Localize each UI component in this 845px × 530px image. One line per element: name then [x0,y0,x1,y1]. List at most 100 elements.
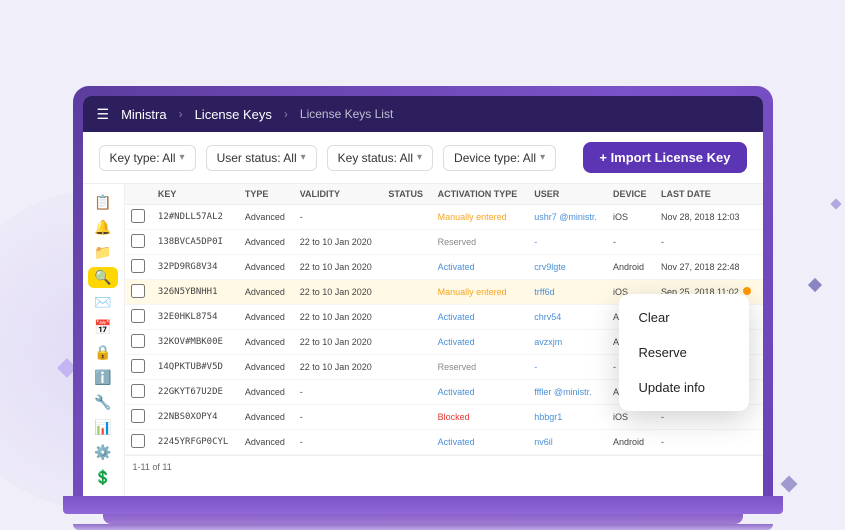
row-checkbox[interactable] [125,430,152,455]
nav-license-keys-link[interactable]: License Keys [195,107,272,122]
row-status [382,355,431,380]
sidebar-item-notifications[interactable]: 🔔 [88,217,118,238]
row-type: Advanced [239,380,294,405]
row-user[interactable]: hbbgr1 [528,405,607,430]
table-row[interactable]: 138BVCA5DP0I Advanced 22 to 10 Jan 2020 … [125,230,763,255]
context-menu-item-clear[interactable]: Clear [619,300,749,335]
table-area: KEY TYPE VALIDITY STATUS ACTIVATION TYPE… [125,184,763,496]
row-date: Nov 28, 2018 12:03 [655,205,763,230]
col-validity: VALIDITY [294,184,383,205]
sidebar-item-search[interactable]: 🔍 [88,267,118,288]
row-key: 138BVCA5DP0I [152,230,239,255]
row-status [382,280,431,305]
chevron-down-icon: ▾ [540,152,545,163]
import-license-key-button[interactable]: + Import License Key [583,142,746,173]
row-checkbox[interactable] [125,205,152,230]
sidebar-item-security[interactable]: 🔒 [88,342,118,363]
row-user[interactable]: fffler @ministr. [528,380,607,405]
col-date: LAST DATE [655,184,763,205]
row-device: iOS [607,205,655,230]
sidebar-item-analytics[interactable]: 📊 [88,417,118,438]
row-key: 12#NDLL57AL2 [152,205,239,230]
user-status-filter[interactable]: User status: All ▾ [206,145,317,171]
context-menu-item-update-info[interactable]: Update info [619,370,749,405]
row-date: Nov 27, 2018 22:48 [655,255,763,280]
row-type: Advanced [239,205,294,230]
col-status: STATUS [382,184,431,205]
row-user[interactable]: - [528,355,607,380]
row-user[interactable]: nv6il [528,430,607,455]
row-validity: - [294,205,383,230]
nav-separator: › [179,107,183,121]
row-validity: 22 to 10 Jan 2020 [294,305,383,330]
row-date: - [655,230,763,255]
context-menu-item-reserve[interactable]: Reserve [619,335,749,370]
key-status-filter[interactable]: Key status: All ▾ [327,145,433,171]
row-checkbox[interactable] [125,230,152,255]
chevron-down-icon: ▾ [180,152,185,163]
row-key: 32KOV#MBK00E [152,330,239,355]
nav-brand: Ministra [121,107,167,122]
row-status [382,430,431,455]
row-type: Advanced [239,255,294,280]
hamburger-icon[interactable]: ☰ [97,106,110,123]
col-type: TYPE [239,184,294,205]
row-status [382,380,431,405]
breadcrumb: License Keys List [300,107,393,121]
row-activation: Activated [432,330,529,355]
sidebar-item-calendar[interactable]: 📅 [88,317,118,338]
key-type-filter[interactable]: Key type: All ▾ [99,145,196,171]
row-user[interactable]: trff6d [528,280,607,305]
row-checkbox[interactable] [125,330,152,355]
chevron-down-icon: ▾ [417,152,422,163]
row-checkbox[interactable] [125,405,152,430]
row-key: 32PD9RG8V34 [152,255,239,280]
row-device: Android [607,430,655,455]
sidebar-item-tools[interactable]: 🔧 [88,392,118,413]
row-user[interactable]: chrv54 [528,305,607,330]
row-checkbox[interactable] [125,380,152,405]
row-key: 22NBS0XOPY4 [152,405,239,430]
row-checkbox[interactable] [125,280,152,305]
col-device: DEVICE [607,184,655,205]
laptop-outer: ☰ Ministra › License Keys › License Keys… [43,86,803,530]
row-user[interactable]: avzxjm [528,330,607,355]
row-activation: Reserved [432,355,529,380]
sidebar-item-files[interactable]: 📁 [88,242,118,263]
col-activation: ACTIVATION TYPE [432,184,529,205]
device-type-filter[interactable]: Device type: All ▾ [443,145,556,171]
col-key: KEY [152,184,239,205]
col-checkbox [125,184,152,205]
row-key: 326N5YBNHH1 [152,280,239,305]
laptop-screen-wrapper: ☰ Ministra › License Keys › License Keys… [73,86,773,496]
laptop-label: MacBook [43,460,803,472]
table-row[interactable]: 2245YRFGP0CYL Advanced - Activated nv6il… [125,430,763,455]
chevron-down-icon: ▾ [301,152,306,163]
row-user[interactable]: ushr7 @ministr. [528,205,607,230]
row-validity: 22 to 10 Jan 2020 [294,330,383,355]
row-checkbox[interactable] [125,255,152,280]
row-status [382,405,431,430]
nav-bar: ☰ Ministra › License Keys › License Keys… [83,96,763,132]
filter-bar: Key type: All ▾ User status: All ▾ Key s… [83,132,763,184]
sidebar-item-info[interactable]: ℹ️ [88,367,118,388]
bg-decoration-diamond-4 [808,278,822,292]
row-checkbox[interactable] [125,355,152,380]
laptop-screen: ☰ Ministra › License Keys › License Keys… [83,96,763,496]
row-type: Advanced [239,355,294,380]
row-key: 2245YRFGP0CYL [152,430,239,455]
laptop-stand [103,514,743,524]
row-activation: Activated [432,380,529,405]
row-status [382,330,431,355]
row-checkbox[interactable] [125,305,152,330]
row-validity: 22 to 10 Jan 2020 [294,280,383,305]
table-row[interactable]: 12#NDLL57AL2 Advanced - Manually entered… [125,205,763,230]
row-user[interactable]: - [528,230,607,255]
row-activation: Activated [432,430,529,455]
row-user[interactable]: crv9lgte [528,255,607,280]
table-row[interactable]: 32PD9RG8V34 Advanced 22 to 10 Jan 2020 A… [125,255,763,280]
sidebar-item-list[interactable]: 📋 [88,192,118,213]
row-type: Advanced [239,405,294,430]
sidebar-item-mail[interactable]: ✉️ [88,292,118,313]
main-content: 📋 🔔 📁 🔍 ✉️ 📅 🔒 ℹ️ 🔧 📊 ⚙️ 💲 [83,184,763,496]
